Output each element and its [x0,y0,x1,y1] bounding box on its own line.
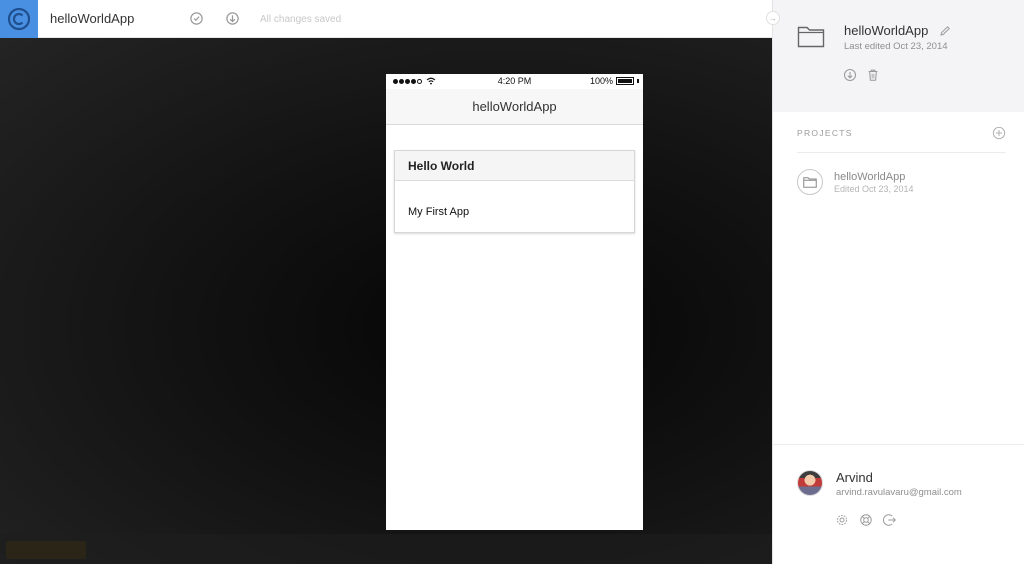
save-status: All changes saved [260,14,342,25]
help-lifebuoy-icon[interactable] [859,513,873,527]
project-list-item[interactable]: helloWorldApp Edited Oct 23, 2014 [797,169,1006,199]
project-name: helloWorldApp [844,23,929,38]
battery-icon [616,77,634,85]
project-panel: → helloWorldApp Last edited Oct 23, 2014… [766,0,1024,564]
divider [797,152,1006,153]
logo-icon[interactable] [0,0,38,38]
edit-name-icon[interactable] [939,24,951,42]
battery-percent: 100% [589,76,613,86]
card-header[interactable]: Hello World [395,151,634,181]
divider [773,444,1024,445]
canvas-footer [0,534,772,564]
app-title: helloWorldApp [50,11,135,26]
project-folder-icon [797,169,823,195]
current-project: → helloWorldApp Last edited Oct 23, 2014 [766,0,1024,112]
logout-icon[interactable] [883,513,897,527]
user-name: Arvind [836,470,873,485]
download-icon[interactable] [224,10,240,26]
phone-preview[interactable]: 4:20 PM 100% helloWorldApp Hello World M… [386,74,643,530]
project-item-name: helloWorldApp [834,171,906,183]
avatar[interactable] [797,470,823,496]
battery-indicator: 100% [590,76,639,86]
sync-icon[interactable] [188,10,204,26]
card-body[interactable]: My First App [395,181,634,218]
add-project-icon[interactable] [992,126,1006,145]
project-edited-date: Last edited Oct 23, 2014 [844,41,948,52]
user-email: arvind.ravulavaru@gmail.com [836,487,962,498]
footer-chip[interactable] [6,541,86,559]
trash-icon[interactable] [866,68,882,84]
project-item-date: Edited Oct 23, 2014 [834,184,914,194]
hello-card[interactable]: Hello World My First App [394,150,635,233]
settings-gear-icon[interactable] [835,513,849,527]
download-project-icon[interactable] [843,68,859,84]
folder-icon [797,24,825,53]
phone-nav-title: helloWorldApp [386,89,643,125]
ios-status-bar: 4:20 PM 100% [386,74,643,89]
collapse-panel-icon[interactable]: → [766,11,780,25]
projects-heading: PROJECTS [797,128,853,138]
top-toolbar: helloWorldApp All changes saved [0,0,772,38]
